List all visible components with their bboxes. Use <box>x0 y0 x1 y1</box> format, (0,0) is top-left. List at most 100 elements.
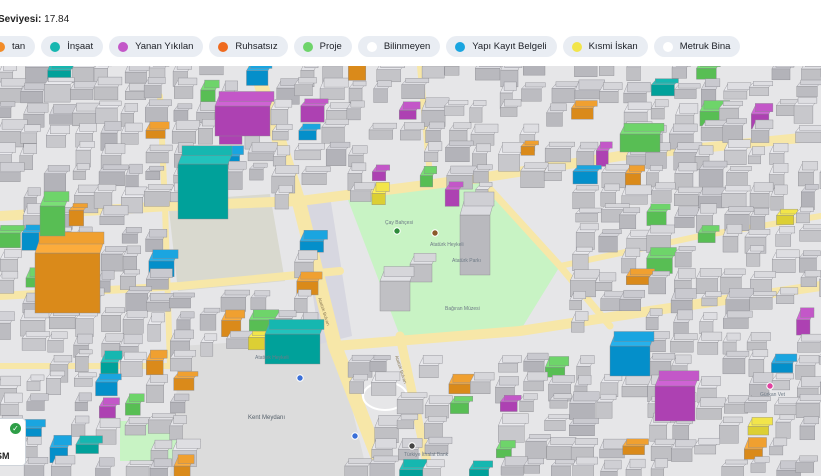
building-roof <box>79 123 97 132</box>
building-roof <box>755 119 774 130</box>
building-roof <box>605 164 630 171</box>
legend-chip-label: İnşaat <box>67 41 94 52</box>
building-side <box>0 107 12 118</box>
building-side <box>0 232 21 248</box>
building-319 <box>369 355 391 372</box>
building-roof <box>613 331 655 342</box>
building-222 <box>775 226 796 247</box>
building-roof <box>705 291 722 297</box>
building-41 <box>373 80 392 103</box>
building-roof <box>429 121 445 129</box>
building-roof <box>549 356 570 367</box>
building-roof <box>400 413 419 420</box>
building-roof <box>176 438 201 449</box>
building-side <box>543 171 562 181</box>
building-roof <box>779 226 796 234</box>
building-side <box>746 252 761 267</box>
building-roof <box>180 311 195 319</box>
label-ataturk-parki: Atatürk Parkı <box>452 258 481 264</box>
building-roof <box>79 349 93 355</box>
building-side <box>421 66 445 79</box>
building-201 <box>674 206 699 228</box>
building-roof <box>805 184 819 190</box>
building-140 <box>748 146 766 165</box>
building-roof <box>652 270 671 276</box>
check-icon: ✓ <box>10 423 21 434</box>
building-side <box>575 213 598 223</box>
building-roof <box>376 164 390 171</box>
building-73 <box>443 100 469 116</box>
building-419 <box>95 457 115 476</box>
legend-chip-5[interactable]: Bilinmeyen <box>357 36 441 57</box>
building-side <box>0 172 21 182</box>
building-335 <box>45 370 66 395</box>
building-294 <box>47 331 68 353</box>
legend-chip-label: Yanan Yıkılan <box>135 41 194 52</box>
building-side <box>26 381 41 391</box>
building-roof <box>353 182 376 190</box>
building-roof <box>504 66 523 68</box>
legend-chip-7[interactable]: Kısmi İskan <box>562 36 648 57</box>
building-side <box>145 171 161 180</box>
building-227 <box>100 246 127 272</box>
building-side <box>74 402 88 412</box>
building-14 <box>421 66 446 79</box>
building-roof <box>173 415 187 424</box>
building-278 <box>122 310 148 334</box>
map-canvas[interactable]: Kent Meydanı Atatürk Parkı Atatürk Heyke… <box>0 66 821 476</box>
building-side <box>95 107 118 124</box>
legend-chip-2[interactable]: Yanan Yıkılan <box>109 36 204 57</box>
legend-chip-label: Ruhsatsız <box>235 41 278 52</box>
building-roof <box>305 166 331 172</box>
building-roof <box>574 269 600 279</box>
building-roof <box>79 141 95 148</box>
building-side <box>372 171 386 182</box>
building-roof <box>423 166 437 175</box>
building-side <box>120 132 139 145</box>
building-372 <box>696 397 727 420</box>
building-roof <box>580 141 599 150</box>
building-roof <box>626 438 649 445</box>
legend-chip-4[interactable]: Proje <box>293 36 352 57</box>
building-side <box>572 171 598 185</box>
osm-attribution-widget[interactable]: ✓ SM <box>0 418 26 466</box>
building-side <box>721 466 744 476</box>
building-side <box>145 384 164 403</box>
building-443 <box>34 231 105 314</box>
building-roof <box>548 141 575 147</box>
building-side <box>272 156 287 167</box>
legend-chip-8[interactable]: Metruk Bina <box>653 36 741 57</box>
legend-chip-0[interactable]: tan <box>0 36 36 57</box>
building-roof <box>753 372 774 383</box>
building-roof <box>454 396 474 402</box>
building-side <box>795 402 820 418</box>
building-side <box>796 86 818 97</box>
map-3d-view[interactable]: Kent Meydanı Atatürk Parkı Atatürk Heyke… <box>0 66 821 476</box>
building-roof <box>650 165 663 171</box>
building-356 <box>0 392 23 416</box>
legend-chip-3[interactable]: Ruhsatsız <box>209 36 288 57</box>
building-280 <box>176 311 195 333</box>
building-side <box>621 386 648 398</box>
building-side <box>349 381 364 394</box>
building-roof <box>129 460 154 465</box>
building-320 <box>418 355 443 378</box>
building-359 <box>98 397 120 419</box>
legend-chip-1[interactable]: İnşaat <box>41 36 104 57</box>
building-roof <box>578 375 592 385</box>
building-roof <box>653 331 670 339</box>
building-roof <box>623 123 665 132</box>
building-roof <box>149 144 173 151</box>
building-side <box>247 152 274 162</box>
building-side <box>544 148 571 163</box>
building-238 <box>0 270 19 294</box>
building-392 <box>718 416 743 444</box>
building-roof <box>304 66 319 69</box>
osm-label: SM <box>0 451 10 461</box>
building-roof <box>699 268 722 277</box>
legend-chip-6[interactable]: Yapı Kayıt Belgeli <box>446 36 557 57</box>
building-roof <box>351 162 367 171</box>
building-roof <box>24 124 41 132</box>
building-side <box>25 66 50 85</box>
building-side <box>500 466 524 476</box>
